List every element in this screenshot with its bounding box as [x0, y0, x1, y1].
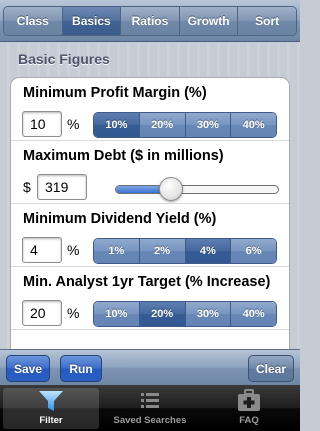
max-debt-label: Maximum Debt ($ in millions)	[23, 148, 224, 164]
percent-unit: %	[67, 305, 80, 321]
basic-figures-group: Minimum Profit Margin (%) 10 % 10% 20% 3…	[10, 77, 290, 349]
profit-margin-preset-10[interactable]: 10%	[94, 113, 140, 137]
analyst-target-cell: Min. Analyst 1yr Target (% Increase) 20 …	[11, 267, 289, 330]
filter-content: Basic Figures Minimum Profit Margin (%) …	[0, 43, 300, 349]
tab-basics[interactable]: Basics	[62, 7, 122, 35]
first-aid-kit-icon	[234, 388, 264, 413]
analyst-target-presets: 10% 20% 30% 40%	[93, 301, 277, 327]
analyst-target-input[interactable]: 20	[22, 300, 62, 326]
dollar-sign: $	[23, 179, 31, 195]
dividend-yield-label: Minimum Dividend Yield (%)	[23, 211, 217, 227]
profit-margin-presets: 10% 20% 30% 40%	[93, 112, 277, 138]
profit-margin-label: Minimum Profit Margin (%)	[23, 85, 207, 101]
dividend-yield-preset-2[interactable]: 2%	[139, 239, 186, 263]
profit-margin-input[interactable]: 10	[22, 111, 62, 137]
profit-margin-preset-40[interactable]: 40%	[231, 113, 276, 137]
profit-margin-cell: Minimum Profit Margin (%) 10 % 10% 20% 3…	[11, 78, 289, 141]
analyst-target-preset-20[interactable]: 20%	[139, 302, 186, 326]
tab-growth[interactable]: Growth	[179, 7, 239, 35]
dividend-yield-preset-4[interactable]: 4%	[185, 239, 232, 263]
filter-funnel-icon	[36, 388, 66, 413]
tab-saved-searches[interactable]: Saved Searches	[102, 388, 198, 429]
tab-faq[interactable]: FAQ	[201, 388, 297, 429]
next-filter-cell	[11, 330, 289, 349]
max-debt-input[interactable]: 319	[37, 174, 87, 200]
analyst-target-label: Min. Analyst 1yr Target (% Increase)	[23, 274, 271, 290]
bottom-tab-bar: Filter Saved Searches FAQ	[0, 385, 300, 431]
analyst-target-preset-10[interactable]: 10%	[94, 302, 140, 326]
tab-filter[interactable]: Filter	[3, 388, 99, 429]
tab-faq-label: FAQ	[239, 415, 259, 426]
dividend-yield-input[interactable]: 4	[22, 237, 62, 263]
tab-filter-label: Filter	[39, 415, 63, 426]
dividend-yield-cell: Minimum Dividend Yield (%) 4 % 1% 2% 4% …	[11, 204, 289, 267]
clear-button[interactable]: Clear	[248, 355, 294, 382]
max-debt-cell: Maximum Debt ($ in millions) $ 319	[11, 141, 289, 204]
percent-unit: %	[67, 116, 80, 132]
tab-saved-searches-label: Saved Searches	[113, 415, 187, 426]
dividend-yield-presets: 1% 2% 4% 6%	[93, 238, 277, 264]
list-icon	[135, 388, 165, 413]
dividend-yield-preset-1[interactable]: 1%	[94, 239, 140, 263]
profit-margin-preset-30[interactable]: 30%	[185, 113, 232, 137]
max-debt-slider-knob[interactable]	[158, 177, 183, 201]
tab-class[interactable]: Class	[4, 7, 63, 35]
max-debt-slider-track[interactable]	[115, 185, 279, 194]
category-segmented-control: Class Basics Ratios Growth Sort	[3, 6, 297, 36]
analyst-target-preset-30[interactable]: 30%	[185, 302, 232, 326]
dividend-yield-preset-6[interactable]: 6%	[231, 239, 276, 263]
save-button[interactable]: Save	[6, 355, 50, 382]
percent-unit: %	[67, 242, 80, 258]
section-title: Basic Figures	[18, 51, 110, 67]
top-navigation-bar: Class Basics Ratios Growth Sort	[0, 0, 300, 42]
profit-margin-preset-20[interactable]: 20%	[139, 113, 186, 137]
analyst-target-preset-40[interactable]: 40%	[231, 302, 276, 326]
tab-ratios[interactable]: Ratios	[121, 7, 180, 35]
tab-sort[interactable]: Sort	[238, 7, 296, 35]
action-toolbar: Save Run Clear	[0, 349, 300, 385]
run-button[interactable]: Run	[60, 355, 102, 382]
